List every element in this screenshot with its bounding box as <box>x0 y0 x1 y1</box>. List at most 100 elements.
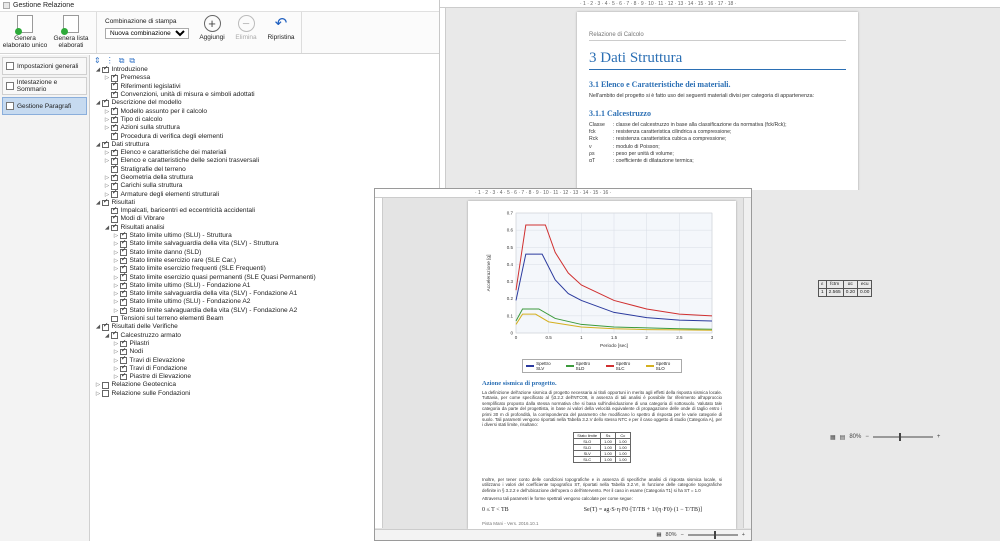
zoom-out-icon[interactable]: − <box>865 434 869 440</box>
y-tick-label: 0.3 <box>507 279 514 284</box>
expand-triangle-icon[interactable]: ▷ <box>103 116 111 124</box>
tree-row-label: Carichi sulla struttura <box>120 182 183 190</box>
delete-button[interactable]: − Elimina <box>229 15 263 41</box>
formula-condition: 0 ≤ T < TB <box>482 507 509 514</box>
expand-triangle-icon[interactable]: ▷ <box>112 357 120 365</box>
tree-checkbox[interactable] <box>102 390 109 397</box>
collapse-icon[interactable]: ⋮ <box>106 56 114 65</box>
expand-triangle-icon[interactable]: ▷ <box>112 240 120 248</box>
tree-checkbox[interactable] <box>120 306 127 314</box>
zoom-in-icon-2[interactable]: + <box>742 532 745 538</box>
tree-row[interactable]: ▷ Tipo di calcolo <box>91 115 439 124</box>
expand-triangle-icon[interactable]: ▷ <box>112 307 120 315</box>
expand-triangle-icon[interactable]: ▷ <box>112 290 120 298</box>
tree-checkbox[interactable] <box>120 372 127 381</box>
collapse-triangle-icon[interactable]: ◢ <box>94 99 102 107</box>
collapse-triangle-icon[interactable]: ◢ <box>103 224 111 232</box>
materials-intro: Nell'ambito del progetto si è fatto uso … <box>589 93 815 99</box>
tree-row-label: Stato limite salvaguardia della vita (SL… <box>129 306 298 314</box>
tree-row[interactable]: ▷ Elenco e caratteristiche dei materiali <box>91 148 439 157</box>
expand-triangle-icon[interactable]: ▷ <box>112 298 120 306</box>
tree-row[interactable]: Stratigrafie del terreno <box>91 165 439 174</box>
expand-triangle-icon[interactable]: ▷ <box>103 108 111 116</box>
x-tick-label: 1.5 <box>611 335 618 340</box>
collapse-triangle-icon[interactable]: ◢ <box>94 323 102 331</box>
expand-triangle-icon[interactable]: ▷ <box>112 340 120 348</box>
tree-row[interactable]: ▷ Geometria della struttura <box>91 173 439 182</box>
zoom-in-icon[interactable]: + <box>937 434 941 440</box>
tree-checkbox[interactable] <box>111 131 118 140</box>
expand-triangle-icon[interactable]: ▷ <box>112 365 120 373</box>
expand-triangle-icon[interactable]: ▷ <box>94 390 102 398</box>
tree-row[interactable]: Procedura di verifica degli elementi <box>91 131 439 140</box>
tree-checkbox[interactable] <box>111 223 118 232</box>
collapse-triangle-icon[interactable]: ◢ <box>94 66 102 74</box>
tree-row[interactable]: ◢Dati struttura <box>91 140 439 149</box>
expand-triangle-icon[interactable]: ▷ <box>103 124 111 132</box>
copy-icon[interactable]: ⧉ <box>119 56 125 66</box>
x-tick-label: 2 <box>645 335 648 340</box>
combination-select[interactable]: Nuova combinazione <box>105 28 189 39</box>
nav-item-2[interactable]: Gestione Paragrafi <box>2 97 87 115</box>
view-icon-2[interactable]: ▤ <box>840 434 846 441</box>
tree-row[interactable]: Convenzioni, unità di misura e simboli a… <box>91 90 439 99</box>
tree-checkbox[interactable] <box>102 382 109 389</box>
tree-row[interactable]: ▷ Azioni sulla struttura <box>91 123 439 132</box>
vertical-scrollbar[interactable] <box>743 198 751 528</box>
view-icon[interactable]: ▦ <box>830 434 836 441</box>
tree-checkbox[interactable] <box>102 65 109 74</box>
formula-expression: Se(T) = ag·S·η·F0·[T/TB + 1/(η·F0)·(1 − … <box>583 507 702 514</box>
generate-single-button[interactable]: Genera elaborato unico <box>2 15 48 49</box>
zoom-slider[interactable] <box>872 433 933 441</box>
expand-triangle-icon[interactable]: ▷ <box>103 74 111 82</box>
tree-checkbox[interactable] <box>111 90 118 99</box>
tree-checkbox[interactable] <box>102 140 109 149</box>
expand-triangle-icon[interactable]: ▷ <box>112 249 120 257</box>
expand-triangle-icon[interactable]: ▷ <box>103 182 111 190</box>
tree-row[interactable]: ▷ Modello assunto per il calcolo <box>91 107 439 115</box>
expand-triangle-icon[interactable]: ▷ <box>112 232 120 240</box>
add-button[interactable]: + Aggiungi <box>195 15 229 41</box>
tree-row[interactable]: ◢Introduzione <box>91 65 439 74</box>
definitions-list: Classe: classe del calcestruzzo in base … <box>589 122 846 165</box>
tree-row[interactable]: ▷ Premessa <box>91 73 439 82</box>
collapse-triangle-icon[interactable]: ◢ <box>103 332 111 340</box>
collapse-triangle-icon[interactable]: ◢ <box>94 199 102 207</box>
expand-all-icon[interactable]: ⇕ <box>94 56 101 65</box>
tree-checkbox[interactable] <box>111 315 118 323</box>
heading-1: 3 Dati Struttura <box>589 50 846 70</box>
expand-triangle-icon[interactable]: ▷ <box>112 373 120 381</box>
expand-triangle-icon[interactable]: ▷ <box>112 265 120 273</box>
expand-triangle-icon[interactable]: ▷ <box>112 282 120 290</box>
expand-triangle-icon[interactable]: ▷ <box>112 257 120 265</box>
tree-row-label: Riferimenti legislativi <box>120 82 181 90</box>
nav-item-label: Intestazione e Sommario <box>16 79 58 93</box>
definition-text: : classe del calcestruzzo in base alla c… <box>613 122 787 128</box>
expand-triangle-icon[interactable]: ▷ <box>112 348 120 356</box>
tree-row[interactable]: Riferimenti legislativi <box>91 82 439 91</box>
minus-icon: − <box>237 15 255 32</box>
nav-item-0[interactable]: Impostazioni generali <box>2 57 87 75</box>
zoom-slider-2[interactable] <box>687 531 738 539</box>
tree-row[interactable]: ▷ Elenco e caratteristiche delle sezioni … <box>91 156 439 165</box>
tree-row[interactable]: ◢ Descrizione del modello <box>91 98 439 107</box>
expand-triangle-icon[interactable]: ▷ <box>103 157 111 165</box>
expand-triangle-icon[interactable]: ▷ <box>103 149 111 157</box>
collapse-triangle-icon[interactable]: ◢ <box>94 141 102 149</box>
expand-triangle-icon[interactable]: ▷ <box>112 274 120 282</box>
restore-button[interactable]: ↶ Ripristina <box>263 15 299 41</box>
tree-row-label: Procedura di verifica degli elementi <box>120 132 224 140</box>
view-icon-3[interactable]: ▦ <box>656 532 661 538</box>
definition-row: Rck: resistenza caratteristica cubica a … <box>589 136 846 143</box>
tree-checkbox[interactable] <box>102 322 109 331</box>
nav-item-1[interactable]: Intestazione e Sommario <box>2 77 87 95</box>
expand-triangle-icon[interactable]: ▷ <box>94 381 102 389</box>
tree-checkbox[interactable] <box>111 189 118 198</box>
generate-list-button[interactable]: Genera lista elaborati <box>48 15 94 49</box>
paste-icon[interactable]: ⧉ <box>129 56 135 66</box>
expand-triangle-icon[interactable]: ▷ <box>103 174 111 182</box>
tree-checkbox[interactable] <box>111 331 118 339</box>
tree-checkbox[interactable] <box>102 198 109 207</box>
tree-checkbox[interactable] <box>102 98 109 107</box>
zoom-out-icon-2[interactable]: − <box>681 532 684 538</box>
